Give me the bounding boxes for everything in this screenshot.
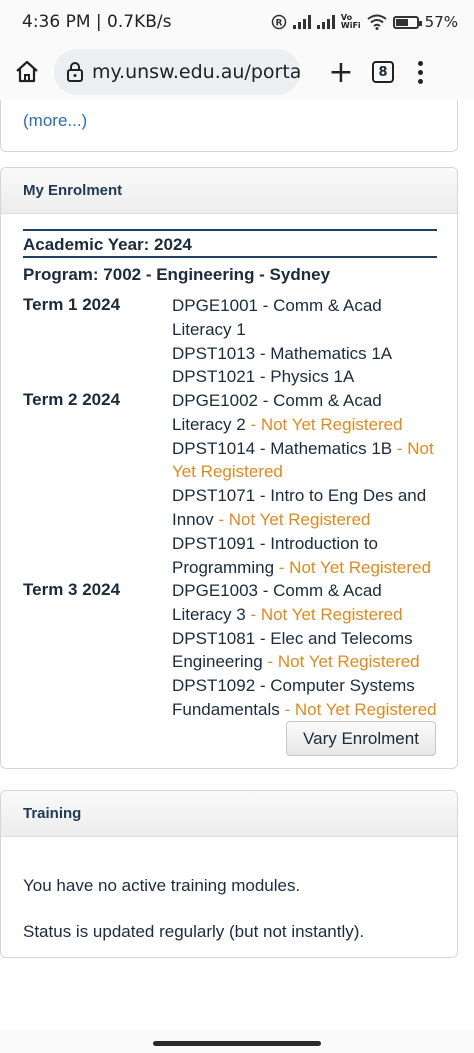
course-item: DPST1013 - Mathematics 1A — [172, 343, 393, 363]
program-title: Program: 7002 - Engineering - Sydney — [23, 265, 331, 284]
term-label: Term 1 2024 — [23, 295, 121, 314]
home-icon — [16, 60, 38, 83]
course-item: DPGE1003 - Comm & Acad Literacy 3 - Not … — [172, 581, 403, 624]
new-tab-button[interactable]: + — [314, 55, 368, 90]
term-courses: DPGE1001 - Comm & Acad Literacy 1 DPST10… — [172, 294, 442, 389]
previous-section-card: (more...) — [0, 100, 458, 152]
browser-toolbar: my.unsw.edu.au/portal + 8 — [0, 44, 474, 100]
tabs-button[interactable]: 8 — [372, 61, 394, 83]
signal-icon — [292, 15, 311, 29]
svg-text:R: R — [275, 19, 282, 29]
training-message: You have no active training modules. — [23, 876, 301, 895]
term-label: Term 2 2024 — [23, 390, 121, 409]
course-item: DPST1081 - Elec and Telecoms Engineering… — [172, 628, 420, 672]
more-link[interactable]: (more...) — [23, 111, 87, 131]
tab-count: 8 — [378, 64, 388, 80]
gesture-handle[interactable] — [153, 1041, 321, 1046]
academic-year: Academic Year: 2024 — [23, 229, 437, 258]
home-button[interactable] — [0, 59, 54, 85]
course-item: DPST1071 - Intro to Eng Des and Innov - … — [172, 486, 427, 529]
more-menu-icon[interactable] — [418, 60, 423, 84]
battery-icon — [392, 15, 422, 29]
term-courses: DPGE1002 - Comm & Acad Literacy 2 - Not … — [172, 389, 442, 579]
lock-icon — [66, 61, 84, 83]
registration-status: Not Yet Registered — [228, 509, 371, 529]
course-item: DPGE1002 - Comm & Acad Literacy 2 - Not … — [172, 391, 403, 434]
signal-icon — [316, 15, 335, 29]
registered-icon: R — [271, 14, 287, 30]
my-enrolment-card: My Enrolment Academic Year: 2024 Program… — [0, 167, 458, 769]
training-status-note: Status is updated regularly (but not ins… — [23, 922, 365, 941]
status-bar: 4:36 PM | 0.7KB/s R Vo WiFi 57% — [0, 0, 474, 44]
course-item: DPST1091 - Introduction to Programming -… — [172, 533, 431, 577]
vowifi-label: Vo WiFi — [340, 13, 361, 30]
registration-status: Not Yet Registered — [289, 557, 431, 577]
course-item: DPST1014 - Mathematics 1B - Not Yet Regi… — [172, 438, 434, 482]
term-label: Term 3 2024 — [23, 580, 121, 599]
registration-status: Not Yet Registered — [260, 414, 403, 434]
training-header: Training — [1, 791, 457, 837]
status-time-speed: 4:36 PM | 0.7KB/s — [22, 12, 172, 32]
course-item: DPST1021 - Physics 1A — [172, 367, 355, 387]
training-card: Training You have no active training mod… — [0, 790, 458, 958]
course-item: DPST1092 - Computer Systems Fundamentals… — [172, 676, 437, 719]
wifi-icon — [367, 14, 387, 30]
address-bar[interactable]: my.unsw.edu.au/portal — [54, 49, 300, 95]
course-item: DPGE1001 - Comm & Acad Literacy 1 — [172, 296, 382, 339]
battery-percent: 57% — [424, 13, 458, 31]
registration-status: Not Yet Registered — [294, 699, 437, 719]
enrolment-header: My Enrolment — [1, 168, 457, 214]
url-text: my.unsw.edu.au/portal — [92, 61, 300, 83]
registration-status: Not Yet Registered — [260, 604, 403, 624]
plus-icon: + — [328, 54, 354, 90]
clipped-text-line — [23, 94, 417, 103]
term-courses: DPGE1003 - Comm & Acad Literacy 3 - Not … — [172, 579, 442, 722]
registration-status: Not Yet Registered — [277, 652, 420, 672]
vary-enrolment-button[interactable]: Vary Enrolment — [286, 721, 436, 756]
